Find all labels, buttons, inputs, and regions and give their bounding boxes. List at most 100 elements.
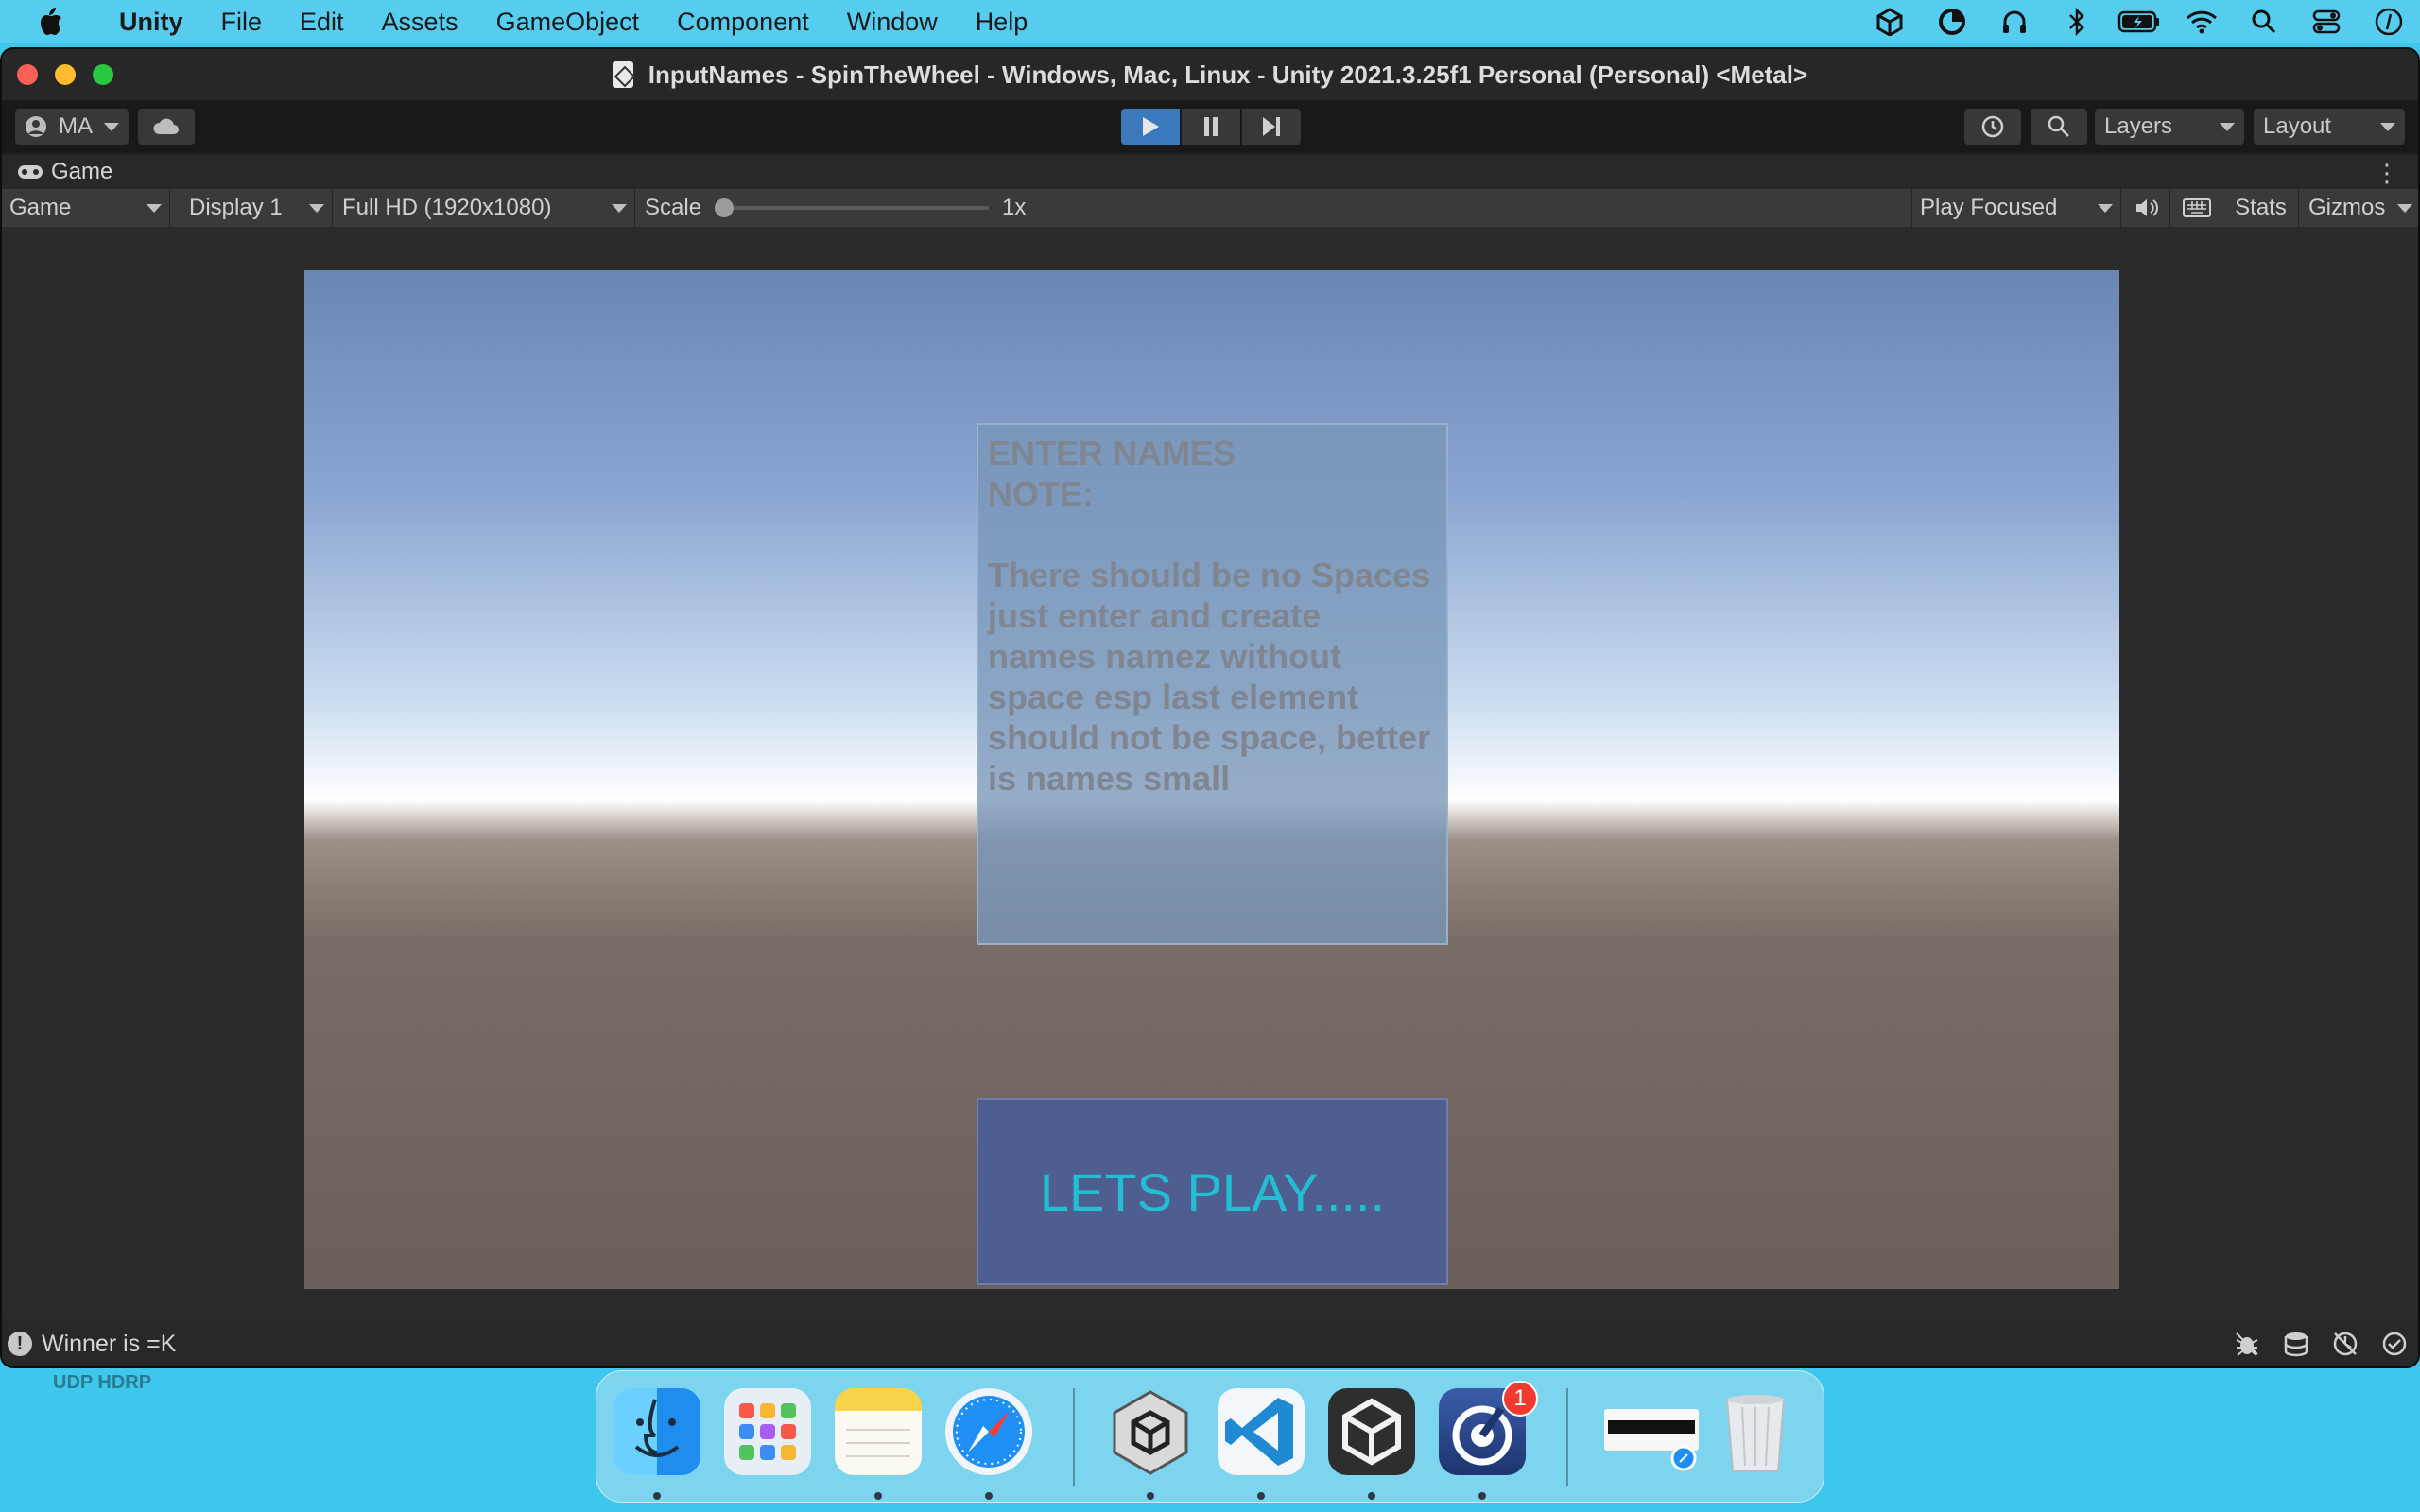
- layers-dropdown[interactable]: Layers: [2095, 109, 2244, 145]
- enter-names-input[interactable]: ENTER NAMES NOTE: There should be no Spa…: [977, 423, 1448, 945]
- mute-audio-button[interactable]: [2123, 189, 2170, 227]
- account-label: MA: [59, 113, 93, 139]
- status-bar: ! Winner is =K: [2, 1319, 2418, 1366]
- step-button[interactable]: [1242, 109, 1301, 145]
- auto-generate-lighting-icon[interactable]: [2331, 1330, 2360, 1358]
- menu-edit[interactable]: Edit: [281, 8, 363, 37]
- pause-button[interactable]: [1182, 109, 1240, 145]
- gamepad-icon: [18, 165, 43, 179]
- scale-slider[interactable]: [715, 198, 990, 217]
- menu-app-unity[interactable]: Unity: [100, 8, 202, 37]
- display-label: Display 1: [189, 195, 283, 220]
- safari-running-indicator: [985, 1492, 993, 1500]
- play-mode-label: Play Focused: [1920, 195, 2058, 220]
- apple-menu-icon[interactable]: [0, 7, 100, 37]
- search-button[interactable]: [2031, 109, 2087, 145]
- view-mode-label: Game: [9, 195, 72, 220]
- tab-game[interactable]: Game: [2, 159, 112, 185]
- notes-icon[interactable]: [835, 1388, 922, 1475]
- safari-icon[interactable]: [945, 1388, 1032, 1475]
- status-message[interactable]: Winner is =K: [42, 1331, 176, 1358]
- step-icon: [1263, 117, 1280, 136]
- finder-running-indicator: [653, 1492, 661, 1500]
- speaker-icon: [2135, 199, 2158, 216]
- headphones-icon[interactable]: [1983, 0, 2046, 43]
- finder-icon[interactable]: [614, 1388, 700, 1475]
- creative-cloud-icon[interactable]: [1921, 0, 1983, 43]
- shortcuts-button[interactable]: [2172, 189, 2221, 227]
- search-icon: [2048, 115, 2069, 137]
- spotlight-search-icon[interactable]: [2233, 0, 2295, 43]
- stats-button[interactable]: Stats: [2223, 189, 2299, 227]
- menu-assets[interactable]: Assets: [363, 8, 477, 37]
- maximize-window-button[interactable]: [93, 64, 113, 85]
- debug-icon[interactable]: [2233, 1330, 2261, 1358]
- resolution-label: Full HD (1920x1080): [342, 195, 552, 220]
- bluetooth-icon[interactable]: [2046, 0, 2108, 43]
- unity-hub-icon[interactable]: [1858, 0, 1921, 43]
- scale-label: Scale: [645, 195, 702, 220]
- menu-file[interactable]: File: [202, 8, 282, 37]
- play-button[interactable]: [1121, 109, 1180, 145]
- lets-play-button[interactable]: LETS PLAY.....: [977, 1098, 1448, 1285]
- chevron-down-icon: [2220, 122, 2235, 131]
- game-view-viewport: ENTER NAMES NOTE: There should be no Spa…: [2, 227, 2418, 1319]
- status-icons: [2233, 1319, 2409, 1366]
- pause-icon: [1204, 117, 1218, 136]
- control-center-icon[interactable]: [2295, 0, 2358, 43]
- minimize-window-button[interactable]: [55, 64, 76, 85]
- unity-main-toolbar: MA Layers Layout: [2, 100, 2418, 153]
- menu-window[interactable]: Window: [828, 8, 957, 37]
- vscode-icon[interactable]: [1218, 1388, 1305, 1475]
- unity-window: InputNames - SpinTheWheel - Windows, Mac…: [0, 47, 2420, 1368]
- account-dropdown[interactable]: MA: [15, 109, 129, 145]
- chevron-down-icon: [612, 203, 627, 213]
- layout-label: Layout: [2263, 113, 2332, 139]
- menu-gameobject[interactable]: GameObject: [477, 8, 659, 37]
- cloud-icon: [153, 118, 179, 134]
- trash-icon[interactable]: [1712, 1388, 1799, 1475]
- more-options-icon[interactable]: ⋮: [2375, 159, 2399, 188]
- view-mode-dropdown[interactable]: Game: [2, 189, 170, 227]
- scene-file-icon: [612, 61, 633, 88]
- launchpad-icon[interactable]: [724, 1388, 811, 1475]
- window-controls: [17, 64, 113, 85]
- dock-separator: [1073, 1388, 1075, 1486]
- tab-game-label: Game: [51, 159, 113, 184]
- display-dropdown[interactable]: Display 1: [182, 189, 333, 227]
- unity-editor-icon[interactable]: [1328, 1388, 1415, 1475]
- cache-server-icon[interactable]: [2282, 1330, 2310, 1358]
- game-view-toolbar: Game Display 1 Full HD (1920x1080) Scale…: [2, 189, 2418, 227]
- menu-help[interactable]: Help: [957, 8, 1047, 37]
- play-icon: [1143, 117, 1159, 136]
- siri-icon[interactable]: [2358, 0, 2420, 43]
- chevron-down-icon: [2397, 203, 2412, 213]
- cloud-button[interactable]: [138, 109, 195, 145]
- chevron-down-icon: [104, 122, 119, 131]
- undo-history-button[interactable]: [1964, 109, 2021, 145]
- layout-dropdown[interactable]: Layout: [2254, 109, 2405, 145]
- gizmos-dropdown[interactable]: Gizmos: [2301, 189, 2418, 227]
- keyboard-icon: [2182, 198, 2211, 217]
- chevron-down-icon: [2380, 122, 2395, 131]
- panel-title: ENTER NAMES: [988, 434, 1236, 472]
- close-window-button[interactable]: [17, 64, 38, 85]
- note-label: NOTE:: [988, 474, 1094, 513]
- scale-slider-handle[interactable]: [715, 198, 735, 217]
- info-icon: !: [8, 1332, 32, 1356]
- play-mode-dropdown[interactable]: Play Focused: [1911, 189, 2121, 227]
- vscode-running-indicator: [1257, 1492, 1265, 1500]
- wifi-icon[interactable]: [2170, 0, 2233, 43]
- chevron-down-icon: [309, 203, 324, 213]
- menu-status-area: [1858, 0, 2420, 43]
- unity-editor-running-indicator: [1368, 1492, 1375, 1500]
- game-render[interactable]: ENTER NAMES NOTE: There should be no Spa…: [304, 270, 2119, 1289]
- desktop-folder-label[interactable]: UDP HDRP: [53, 1372, 151, 1394]
- menu-component[interactable]: Component: [658, 8, 828, 37]
- unity-hub-app-icon[interactable]: [1107, 1388, 1194, 1475]
- minimized-window-icon[interactable]: [1600, 1388, 1699, 1475]
- notes-running-indicator: [874, 1492, 882, 1500]
- progress-check-icon[interactable]: [2380, 1330, 2409, 1358]
- battery-icon[interactable]: [2108, 0, 2170, 43]
- resolution-dropdown[interactable]: Full HD (1920x1080): [335, 189, 635, 227]
